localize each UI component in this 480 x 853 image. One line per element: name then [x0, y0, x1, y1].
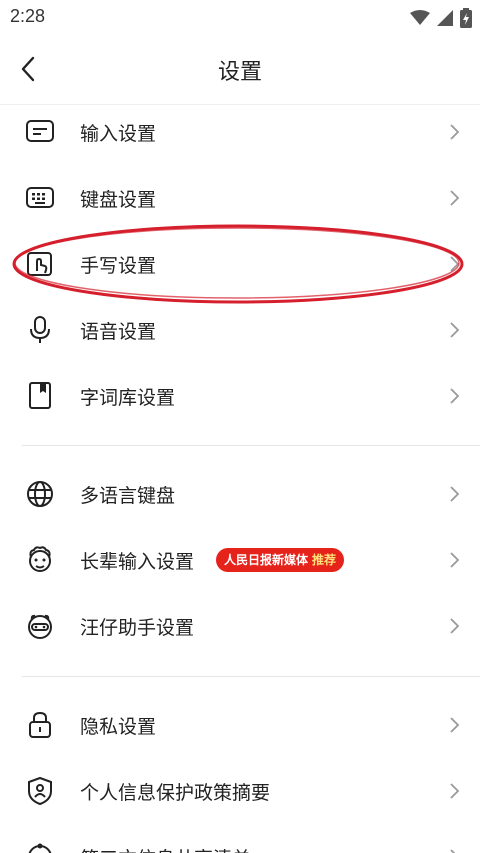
- settings-item-privacy-policy[interactable]: 个人信息保护政策摘要: [0, 761, 480, 821]
- settings-item-label: 第三方信息共享清单: [80, 844, 251, 853]
- keyboard-input-icon: [24, 117, 56, 147]
- settings-item-label: 个人信息保护政策摘要: [80, 782, 271, 804]
- settings-item-third-party-sharing[interactable]: 第三方信息共享清单: [0, 827, 480, 853]
- chevron-right-icon: [450, 849, 456, 853]
- settings-item-label: 多语言键盘: [80, 485, 176, 507]
- dictionary-icon: [24, 381, 56, 411]
- settings-item-keyboard[interactable]: 键盘设置: [0, 168, 480, 228]
- mascot-icon: [24, 611, 56, 641]
- settings-item-label: 键盘设置: [80, 189, 157, 211]
- section-divider: [22, 445, 480, 446]
- settings-item-label: 字词库设置: [80, 387, 176, 409]
- chevron-right-icon: [450, 256, 460, 272]
- status-time: 2:28: [10, 6, 46, 26]
- settings-item-elder-input[interactable]: 长辈输入设置 人民日报新媒体 推荐: [0, 530, 480, 590]
- settings-item-label: 手写设置: [80, 255, 157, 277]
- settings-item-label: 语音设置: [80, 321, 157, 343]
- keyboard-icon: [24, 183, 56, 213]
- settings-item-input[interactable]: 输入设置: [0, 102, 480, 162]
- wifi-icon: [410, 10, 430, 25]
- settings-item-handwriting[interactable]: 手写设置: [0, 234, 480, 294]
- handwriting-icon: [24, 249, 56, 279]
- settings-item-assistant[interactable]: 汪仔助手设置: [0, 596, 480, 656]
- chevron-right-icon: [450, 124, 460, 140]
- badge-text: 人民日报新媒体: [224, 553, 309, 567]
- badge-sub: 推荐: [312, 553, 337, 567]
- status-bar: 2:28: [0, 0, 480, 36]
- settings-item-voice[interactable]: 语音设置: [0, 300, 480, 360]
- settings-item-privacy[interactable]: 隐私设置: [0, 695, 480, 755]
- recommend-badge: 人民日报新媒体 推荐: [216, 548, 345, 572]
- chevron-right-icon: [450, 388, 460, 404]
- share-list-icon: [24, 842, 56, 853]
- settings-item-label: 输入设置: [80, 123, 157, 145]
- settings-item-label: 汪仔助手设置: [80, 617, 195, 639]
- microphone-icon: [24, 315, 56, 345]
- section-divider: [22, 676, 480, 677]
- status-icons: [410, 8, 472, 28]
- chevron-right-icon: [450, 486, 460, 502]
- chevron-right-icon: [450, 618, 460, 634]
- shield-user-icon: [24, 776, 56, 806]
- chevron-right-icon: [450, 783, 460, 799]
- elder-face-icon: [24, 545, 56, 575]
- globe-icon: [24, 479, 56, 509]
- chevron-right-icon: [450, 190, 460, 206]
- settings-item-multilanguage[interactable]: 多语言键盘: [0, 464, 480, 524]
- lock-icon: [24, 710, 56, 740]
- settings-item-label: 隐私设置: [80, 716, 157, 738]
- page-title: 设置: [217, 60, 262, 85]
- settings-item-dictionary[interactable]: 字词库设置: [0, 366, 480, 426]
- chevron-right-icon: [450, 717, 460, 733]
- settings-item-label: 长辈输入设置: [80, 551, 195, 573]
- battery-icon: [460, 8, 472, 28]
- app-header: 设置: [0, 36, 480, 104]
- signal-icon: [437, 10, 453, 26]
- chevron-right-icon: [450, 552, 460, 568]
- chevron-right-icon: [450, 322, 460, 338]
